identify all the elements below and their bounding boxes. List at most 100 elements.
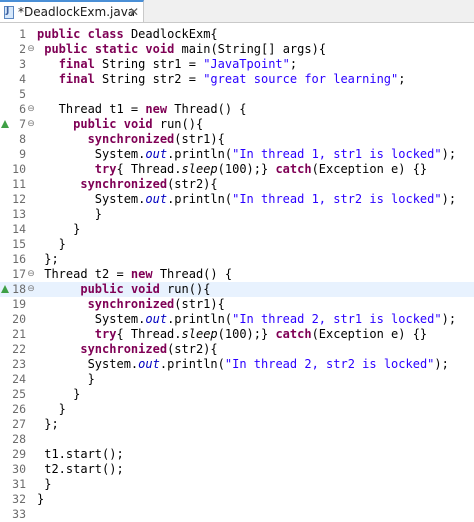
code-line[interactable]: 22 synchronized(str2){ [0, 342, 474, 357]
keyword-token: public [73, 117, 117, 131]
code-line[interactable]: 31 } [0, 477, 474, 492]
string-token: "In thread 1, str1 is locked" [232, 147, 442, 161]
code-line[interactable]: 14 } [0, 222, 474, 237]
code-text: public void run(){ [37, 282, 210, 297]
code-token: System. [37, 192, 146, 206]
code-text: } [37, 477, 51, 492]
keyword-token: void [130, 282, 160, 296]
code-token: (Exception e) {} [311, 327, 428, 341]
fold-collapse-icon[interactable]: ⊖ [26, 282, 36, 297]
code-token: main(String[] args){ [174, 42, 327, 56]
code-token: (str1){ [174, 132, 225, 146]
line-number: 20 [12, 312, 26, 326]
code-line[interactable]: 5 [0, 87, 474, 102]
line-number: 29 [12, 447, 26, 461]
code-line[interactable]: 17 ⊖ Thread t2 = new Thread() { [0, 267, 474, 282]
code-line[interactable]: 3 final String str1 = "JavaTpoint"; [0, 57, 474, 72]
fold-collapse-icon[interactable]: ⊖ [26, 267, 36, 282]
line-number: 1 [19, 27, 26, 41]
code-line[interactable]: 27 }; [0, 417, 474, 432]
code-token: (Exception e) {} [311, 162, 428, 176]
code-line[interactable]: 10 try{ Thread.sleep(100);} catch(Except… [0, 162, 474, 177]
code-text: } [37, 222, 80, 237]
code-line[interactable]: 26 } [0, 402, 474, 417]
java-file-icon [4, 5, 14, 19]
string-token: "In thread 2, str2 is locked" [224, 357, 435, 371]
code-line[interactable]: 6 ⊖ Thread t1 = new Thread() { [0, 102, 474, 117]
keyword-token: try [94, 162, 117, 176]
keyword-token: class [87, 27, 124, 41]
code-token: .println( [159, 357, 225, 371]
code-line[interactable]: 11 synchronized(str2){ [0, 177, 474, 192]
line-number: 19 [12, 297, 26, 311]
code-line[interactable]: 28 [0, 432, 474, 447]
code-token: (str2){ [167, 177, 218, 191]
line-number: 22 [12, 342, 26, 356]
code-line[interactable]: 9 System.out.println("In thread 1, str1 … [0, 147, 474, 162]
code-line[interactable]: 18 ⊖ public void run(){ [0, 282, 474, 297]
code-token: (100);} [217, 327, 276, 341]
line-number: 8 [19, 132, 26, 146]
code-line[interactable]: 2 ⊖ public static void main(String[] args… [0, 42, 474, 57]
code-token: }; [37, 252, 59, 266]
code-text: Thread t2 = new Thread() { [37, 267, 232, 282]
code-line[interactable]: 19 synchronized(str1){ [0, 297, 474, 312]
code-line[interactable]: 15 } [0, 237, 474, 252]
fold-collapse-icon[interactable]: ⊖ [26, 117, 36, 132]
code-line[interactable]: 24 } [0, 372, 474, 387]
code-text: } [37, 372, 95, 387]
code-token: } [37, 222, 81, 236]
code-token: (100);} [217, 162, 276, 176]
keyword-token: synchronized [87, 297, 175, 311]
code-token: .println( [167, 147, 233, 161]
code-text: public static void main(String[] args){ [37, 42, 326, 57]
close-icon[interactable]: ✕ [128, 6, 140, 18]
code-token: } [37, 477, 52, 491]
code-token: String str1 = [94, 57, 204, 71]
code-line[interactable]: 21 try{ Thread.sleep(100);} catch(Except… [0, 327, 474, 342]
code-line[interactable]: 8 synchronized(str1){ [0, 132, 474, 147]
keyword-token: synchronized [80, 342, 168, 356]
code-text: final String str1 = "JavaTpoint"; [37, 57, 297, 72]
line-number: 18 [12, 282, 26, 296]
keyword-token: new [145, 102, 168, 116]
code-line[interactable]: 20 System.out.println("In thread 2, str1… [0, 312, 474, 327]
line-number: 14 [12, 222, 26, 236]
fold-collapse-icon[interactable]: ⊖ [26, 102, 36, 117]
code-token: ); [441, 147, 457, 161]
code-line[interactable]: 4 final String str2 = "great source for … [0, 72, 474, 87]
string-token: "In thread 1, str2 is locked" [232, 192, 442, 206]
line-number: 28 [12, 432, 26, 446]
code-token: ; [289, 57, 298, 71]
code-line[interactable]: 33 [0, 507, 474, 522]
code-token: } [37, 237, 66, 251]
code-line[interactable]: 16 }; [0, 252, 474, 267]
tab-deadlockexm-java[interactable]: *DeadlockExm.java ✕ [0, 0, 144, 22]
code-line[interactable]: 29 t1.start(); [0, 447, 474, 462]
code-text: t1.start(); [37, 447, 123, 462]
code-text: final String str2 = "great source for le… [37, 72, 406, 87]
code-line[interactable]: 1 public class DeadlockExm{ [0, 27, 474, 42]
code-line[interactable]: 32} [0, 492, 474, 507]
code-token: Thread t2 = [37, 267, 131, 281]
string-token: "In thread 2, str1 is locked" [232, 312, 442, 326]
line-number: 12 [12, 192, 26, 206]
code-editor[interactable]: 1 public class DeadlockExm{2 ⊖ public stat… [0, 23, 474, 521]
code-line[interactable]: 7 ⊖ public void run(){ [0, 117, 474, 132]
fold-collapse-icon[interactable]: ⊖ [26, 42, 36, 57]
code-line[interactable]: 13 } [0, 207, 474, 222]
code-line[interactable]: 12 System.out.println("In thread 1, str2… [0, 192, 474, 207]
code-token: Thread() { [167, 102, 247, 116]
code-text: } [37, 237, 66, 252]
code-line[interactable]: 30 t2.start(); [0, 462, 474, 477]
code-line[interactable]: 25 } [0, 387, 474, 402]
line-number: 26 [12, 402, 26, 416]
keyword-token: void [145, 42, 175, 56]
line-number: 31 [12, 477, 26, 491]
code-token: ); [441, 312, 457, 326]
code-line[interactable]: 23 System.out.println("In thread 2, str2… [0, 357, 474, 372]
